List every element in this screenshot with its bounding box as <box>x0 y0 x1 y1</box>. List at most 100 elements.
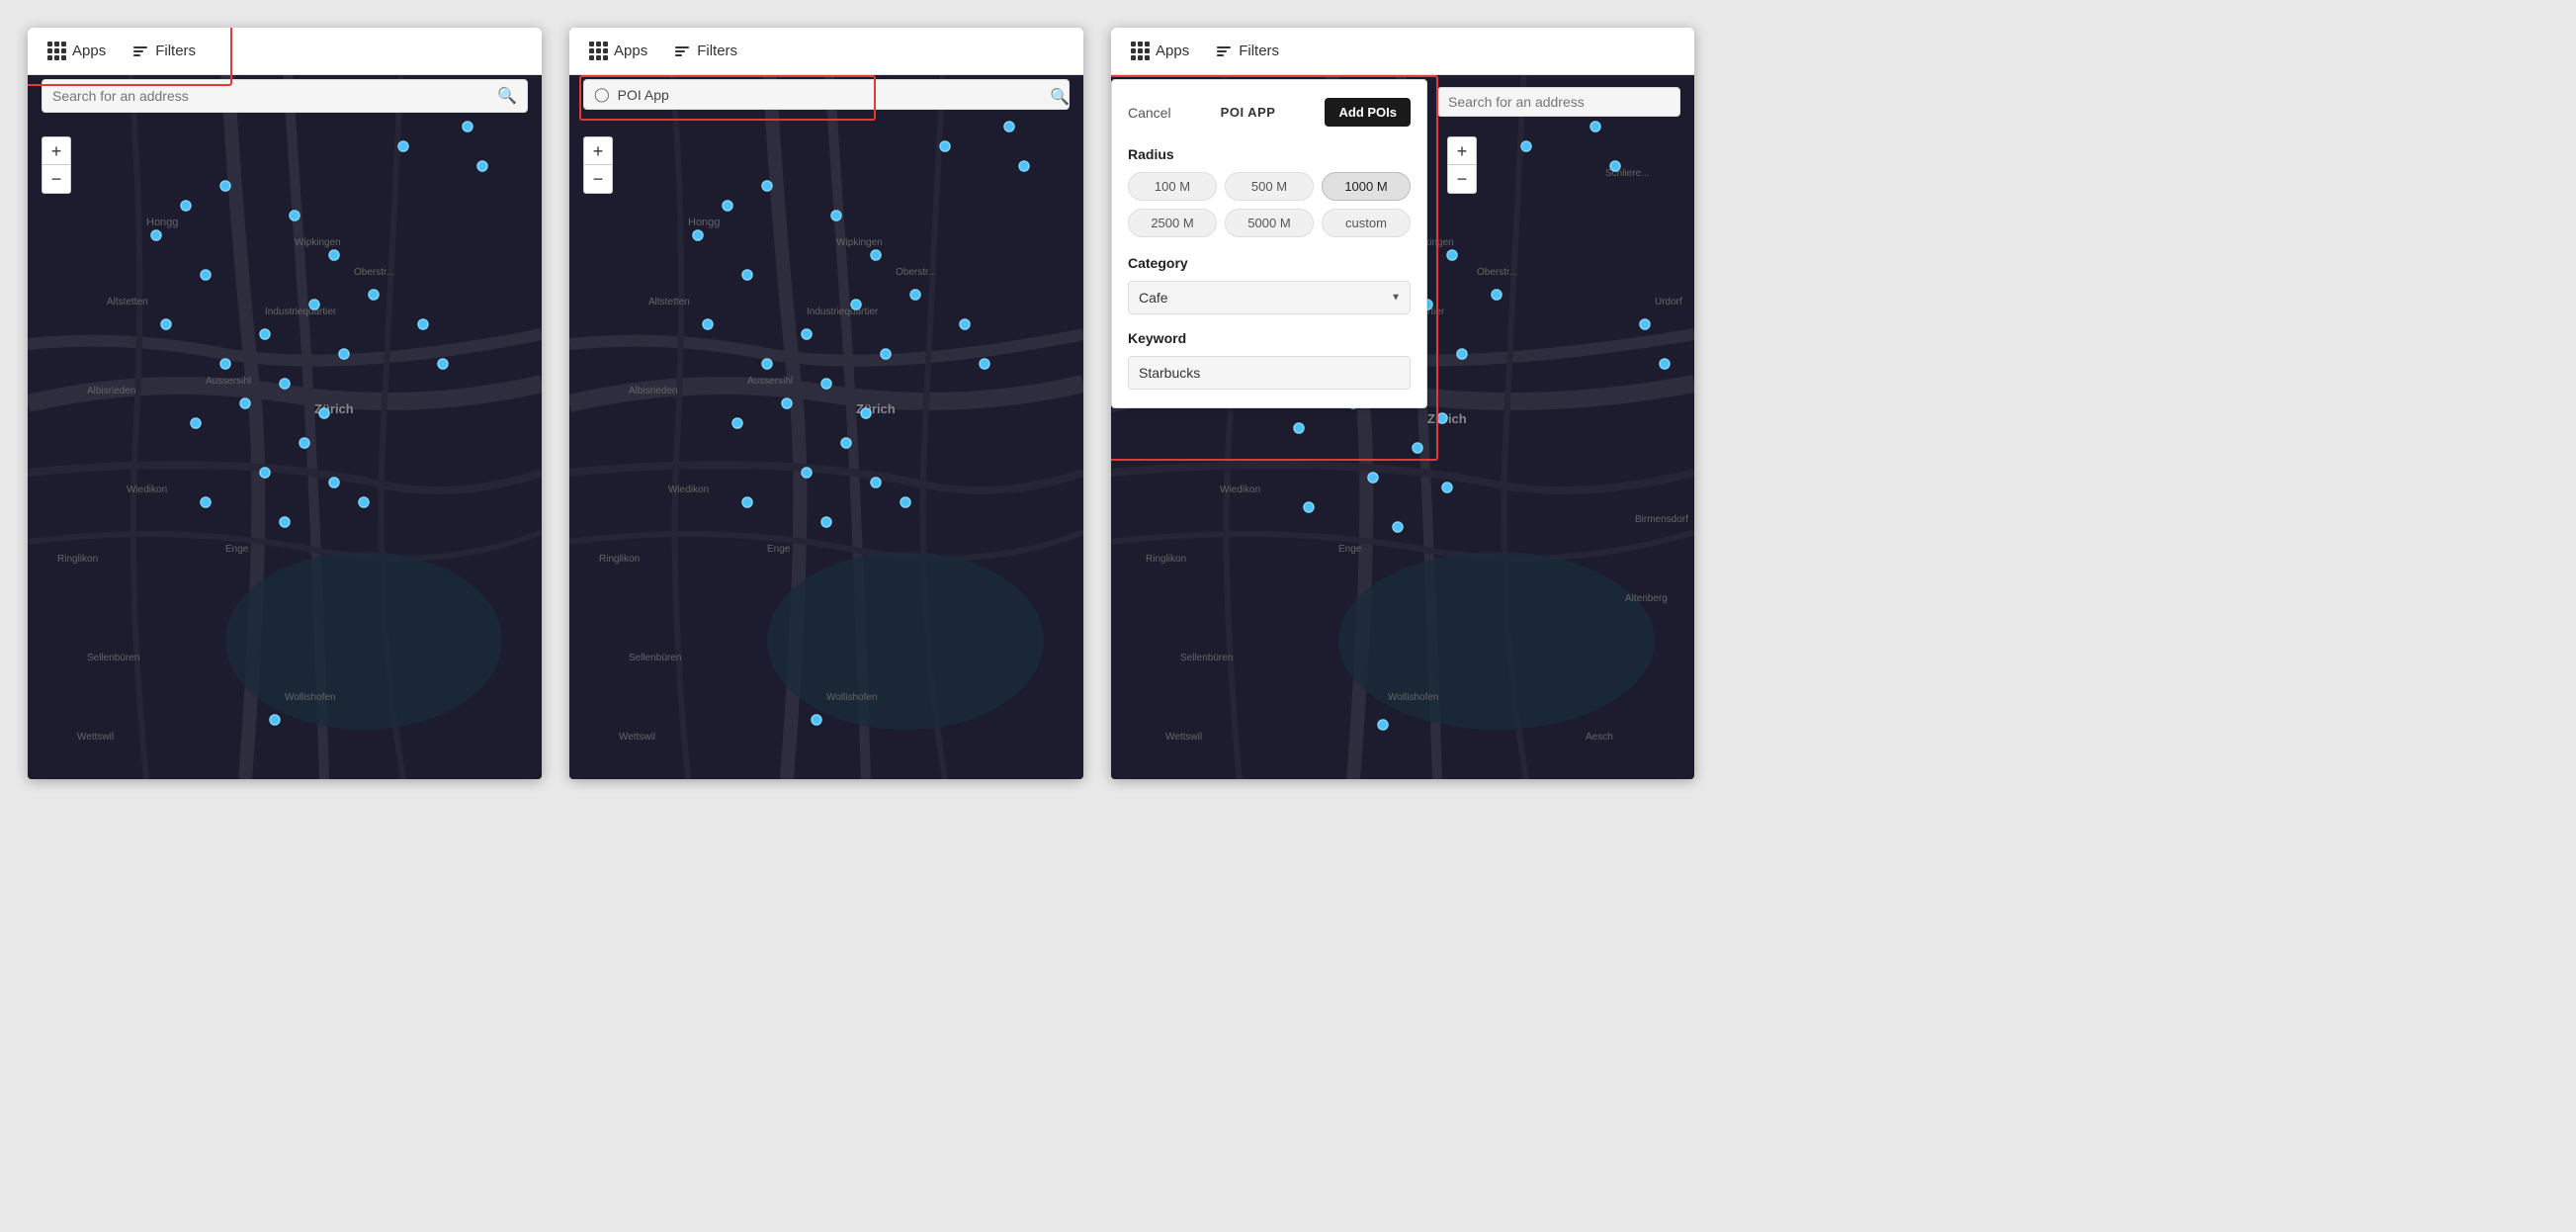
category-section: Category Cafe Restaurant Bar Hotel Shop … <box>1128 255 1411 314</box>
filters-label-2: Filters <box>697 43 737 59</box>
svg-text:Enge: Enge <box>1338 544 1362 555</box>
apps-button-3[interactable]: Apps <box>1125 38 1195 64</box>
category-select-wrapper: Cafe Restaurant Bar Hotel Shop ▼ <box>1128 281 1411 314</box>
settings-header: Cancel POI APP Add POIs <box>1128 98 1411 127</box>
search-icon-btn-1[interactable]: 🔍 <box>497 86 517 106</box>
toolbar-3: Apps Filters <box>1111 28 1694 75</box>
svg-text:Wiedikon: Wiedikon <box>1220 484 1260 495</box>
svg-text:Hongg: Hongg <box>146 217 178 228</box>
search-icon-btn-2[interactable]: 🔍 <box>1050 87 1070 107</box>
svg-text:Wollishofen: Wollishofen <box>1388 692 1439 703</box>
search-input-3[interactable] <box>1448 94 1670 110</box>
panel-3: Apps Filters Cancel POI APP Add POIs Rad… <box>1111 28 1694 779</box>
svg-text:Wollishofen: Wollishofen <box>826 692 878 703</box>
map-panel-1: Apps Filters 🔍 + − <box>28 28 542 779</box>
svg-text:Oberstr...: Oberstr... <box>1477 267 1517 278</box>
svg-text:Wiedikon: Wiedikon <box>127 484 167 495</box>
filters-button-3[interactable]: Filters <box>1211 39 1285 63</box>
keyword-section: Keyword <box>1128 330 1411 390</box>
poi-bar[interactable]: ◯ POI App <box>583 79 1070 110</box>
svg-text:Industriequartier: Industriequartier <box>807 307 879 317</box>
cancel-button[interactable]: Cancel <box>1128 105 1171 121</box>
search-input-1[interactable] <box>52 88 489 104</box>
svg-text:Aussersihl: Aussersihl <box>747 376 793 387</box>
apps-button-2[interactable]: Apps <box>583 38 653 64</box>
svg-text:Altstetten: Altstetten <box>648 297 690 308</box>
settings-panel: Cancel POI APP Add POIs Radius 100 M 500… <box>1111 79 1427 408</box>
toolbar-2: Apps Filters <box>569 28 1083 75</box>
map-panel-3: Apps Filters Cancel POI APP Add POIs Rad… <box>1111 28 1694 779</box>
radius-5000m[interactable]: 5000 M <box>1225 209 1314 237</box>
svg-text:Wipkingen: Wipkingen <box>836 237 883 248</box>
zoom-in-1[interactable]: + <box>43 137 70 165</box>
svg-text:Albisrieden: Albisrieden <box>629 386 677 396</box>
svg-text:Wiedikon: Wiedikon <box>668 484 709 495</box>
svg-text:Sellenbüren: Sellenbüren <box>629 653 681 663</box>
svg-text:Enge: Enge <box>767 544 791 555</box>
zoom-in-2[interactable]: + <box>584 137 612 165</box>
apps-grid-icon-2 <box>589 42 608 60</box>
add-pois-button[interactable]: Add POIs <box>1325 98 1411 127</box>
svg-text:Aussersihl: Aussersihl <box>206 376 251 387</box>
filters-button-2[interactable]: Filters <box>669 39 743 63</box>
radius-1000m[interactable]: 1000 M <box>1322 172 1411 201</box>
apps-button-1[interactable]: Apps <box>42 38 112 64</box>
svg-text:Wettswil: Wettswil <box>619 732 655 743</box>
radius-grid: 100 M 500 M 1000 M 2500 M 5000 M custom <box>1128 172 1411 237</box>
keyword-section-title: Keyword <box>1128 330 1411 346</box>
zoom-controls-3: + − <box>1447 136 1477 194</box>
poi-bar-label: POI App <box>618 87 1059 103</box>
filter-icon-3 <box>1217 46 1231 56</box>
svg-text:Ringlikon: Ringlikon <box>599 554 640 565</box>
apps-label-2: Apps <box>614 43 647 59</box>
zoom-out-1[interactable]: − <box>43 165 70 193</box>
svg-text:Altstetten: Altstetten <box>107 297 148 308</box>
map-panel-2: Apps Filters ◯ POI App 🔍 + − <box>569 28 1083 779</box>
svg-text:Albisrieden: Albisrieden <box>87 386 135 396</box>
category-select[interactable]: Cafe Restaurant Bar Hotel Shop <box>1128 281 1411 314</box>
svg-text:Sellenbüren: Sellenbüren <box>87 653 139 663</box>
svg-text:Wettswil: Wettswil <box>1165 732 1202 743</box>
filters-label-1: Filters <box>155 43 196 59</box>
radius-section-title: Radius <box>1128 146 1411 162</box>
svg-text:Ringlikon: Ringlikon <box>1146 554 1186 565</box>
category-section-title: Category <box>1128 255 1411 271</box>
svg-text:Urdorf: Urdorf <box>1655 297 1682 308</box>
poi-app-title: POI APP <box>1221 105 1276 120</box>
panel-2: Apps Filters ◯ POI App 🔍 + − <box>569 28 1083 779</box>
svg-text:Ringlikon: Ringlikon <box>57 554 98 565</box>
radius-2500m[interactable]: 2500 M <box>1128 209 1217 237</box>
panel-1: Apps Filters 🔍 + − <box>28 28 542 779</box>
svg-text:Industriequartier: Industriequartier <box>265 307 337 317</box>
filter-icon-2 <box>675 46 689 56</box>
radius-custom[interactable]: custom <box>1322 209 1411 237</box>
apps-grid-icon-3 <box>1131 42 1150 60</box>
svg-text:Oberstr...: Oberstr... <box>896 267 936 278</box>
filters-label-3: Filters <box>1239 43 1279 59</box>
svg-text:Aesch: Aesch <box>1586 732 1613 743</box>
svg-text:Wollishofen: Wollishofen <box>285 692 336 703</box>
apps-grid-icon-1 <box>47 42 66 60</box>
search-bar-1: 🔍 <box>42 79 528 113</box>
search-bar-3 <box>1437 87 1680 117</box>
svg-text:Wettswil: Wettswil <box>77 732 114 743</box>
filters-button-1[interactable]: Filters <box>128 39 202 63</box>
svg-text:Oberstr...: Oberstr... <box>354 267 394 278</box>
svg-text:Hongg: Hongg <box>688 217 720 228</box>
map-svg-2: Hongg Wipkingen Altstetten Industriequar… <box>569 28 1083 779</box>
map-svg-1: Hongg Wipkingen Altstetten Industriequar… <box>28 28 542 779</box>
radius-500m[interactable]: 500 M <box>1225 172 1314 201</box>
svg-text:Altenberg: Altenberg <box>1625 593 1668 604</box>
svg-text:Enge: Enge <box>225 544 249 555</box>
keyword-input[interactable] <box>1128 356 1411 390</box>
zoom-controls-2: + − <box>583 136 613 194</box>
zoom-out-3[interactable]: − <box>1448 165 1476 193</box>
filter-icon-1 <box>133 46 147 56</box>
zoom-in-3[interactable]: + <box>1448 137 1476 165</box>
apps-label-3: Apps <box>1156 43 1189 59</box>
radius-100m[interactable]: 100 M <box>1128 172 1217 201</box>
svg-text:Sellenbüren: Sellenbüren <box>1180 653 1233 663</box>
apps-label-1: Apps <box>72 43 106 59</box>
zoom-controls-1: + − <box>42 136 71 194</box>
zoom-out-2[interactable]: − <box>584 165 612 193</box>
